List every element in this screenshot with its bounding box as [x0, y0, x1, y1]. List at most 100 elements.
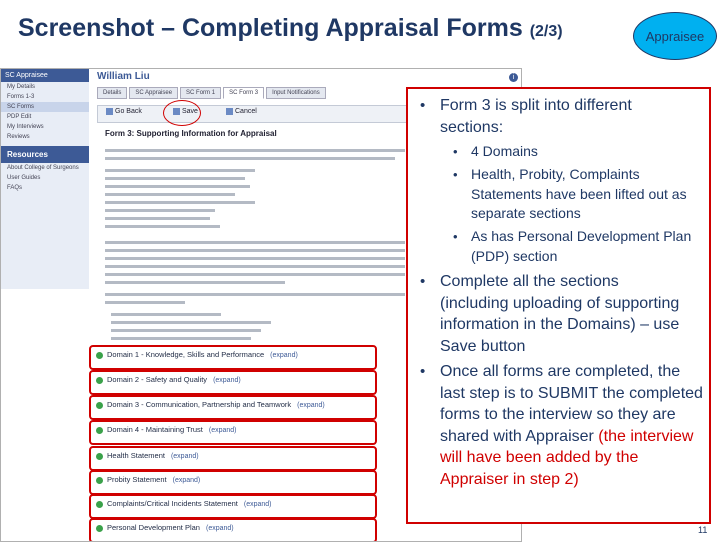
blurred-text-line: [105, 265, 405, 268]
green-check-icon: [96, 477, 103, 484]
green-check-icon: [96, 377, 103, 384]
expand-link[interactable]: (expand): [244, 501, 272, 508]
sidebar-header: SC Appraisee: [1, 69, 89, 82]
page-number: 11: [698, 525, 708, 535]
green-check-icon: [96, 453, 103, 460]
blurred-text-line: [105, 241, 405, 244]
bullet: •: [420, 273, 426, 290]
sidebar-item-interviews[interactable]: My Interviews: [1, 122, 89, 132]
blurred-text-line: [111, 329, 261, 332]
slide-title-suffix: (2/3): [529, 23, 563, 40]
section-label: Personal Development Plan: [107, 523, 200, 532]
resource-item-faqs[interactable]: FAQs: [1, 183, 89, 193]
section-label: Domain 1 - Knowledge, Skills and Perform…: [107, 350, 265, 359]
expand-link[interactable]: (expand): [173, 477, 201, 484]
blurred-text-line: [105, 177, 245, 180]
bullet: •: [420, 97, 426, 114]
green-check-icon: [96, 501, 103, 508]
note-health-probity: • Health, Probity, Complaints Statements …: [453, 165, 701, 224]
blurred-text-line: [111, 313, 221, 316]
section-complaints-statement[interactable]: Complaints/Critical Incidents Statement (…: [89, 494, 377, 519]
sidebar-item-pdp-edit[interactable]: PDP Edit: [1, 112, 89, 122]
blurred-text-line: [105, 185, 250, 188]
section-domain-1[interactable]: Domain 1 - Knowledge, Skills and Perform…: [89, 345, 377, 370]
notes-panel: • Form 3 is split into different sections…: [406, 87, 711, 524]
note-form3-sections: • Form 3 is split into different sections…: [420, 95, 690, 138]
note-submit-forms: • Once all forms are completed, the last …: [420, 361, 704, 490]
section-label: Domain 4 - Maintaining Trust: [107, 425, 203, 434]
cancel-label: Cancel: [235, 108, 257, 115]
section-domain-4[interactable]: Domain 4 - Maintaining Trust (expand): [89, 420, 377, 445]
expand-link[interactable]: (expand): [171, 453, 199, 460]
blurred-text-line: [105, 257, 405, 260]
tab-details[interactable]: Details: [97, 87, 128, 99]
note-text: 4 Domains: [471, 143, 538, 159]
cancel-button[interactable]: Cancel: [226, 108, 257, 115]
info-icon[interactable]: i: [509, 73, 518, 82]
expand-link[interactable]: (expand): [209, 427, 237, 434]
section-label: Probity Statement: [107, 475, 167, 484]
blurred-text-line: [105, 293, 405, 296]
blurred-text-line: [105, 193, 235, 196]
resource-item-user-guides[interactable]: User Guides: [1, 173, 89, 183]
user-name: William Liu: [97, 71, 150, 82]
slide-title-text: Screenshot – Completing Appraisal Forms: [18, 14, 523, 42]
form-tabs: Details SC Appraisee SC Form 1 SC Form 3…: [97, 87, 326, 99]
back-arrow-icon: [106, 108, 113, 115]
blurred-text-line: [105, 249, 405, 252]
go-back-button[interactable]: Go Back: [106, 108, 142, 115]
tab-input-notifications[interactable]: Input Notifications: [266, 87, 326, 99]
green-check-icon: [96, 525, 103, 532]
bullet: •: [453, 229, 458, 244]
section-probity-statement[interactable]: Probity Statement (expand): [89, 470, 377, 495]
blurred-text-line: [105, 281, 285, 284]
expand-link[interactable]: (expand): [206, 525, 234, 532]
note-text: Form 3 is split into different sections:: [440, 97, 632, 136]
blurred-text-line: [105, 209, 215, 212]
slide-title: Screenshot – Completing Appraisal Forms …: [18, 14, 563, 43]
green-check-icon: [96, 402, 103, 409]
expand-link[interactable]: (expand): [297, 402, 325, 409]
form-title: Form 3: Supporting Information for Appra…: [105, 129, 277, 138]
blurred-text-line: [105, 201, 255, 204]
note-complete-sections: • Complete all the sections (including up…: [420, 271, 690, 357]
save-highlight-ring: [163, 100, 201, 126]
tab-sc-appraisee[interactable]: SC Appraisee: [129, 87, 179, 99]
appraisee-badge: Appraisee: [633, 12, 717, 60]
green-check-icon: [96, 427, 103, 434]
section-label: Complaints/Critical Incidents Statement: [107, 499, 238, 508]
section-label: Health Statement: [107, 451, 165, 460]
sidebar-item-forms[interactable]: Forms 1-3: [1, 92, 89, 102]
blurred-text-line: [105, 217, 210, 220]
sidebar-item-reviews[interactable]: Reviews: [1, 132, 89, 142]
green-check-icon: [96, 352, 103, 359]
cancel-icon: [226, 108, 233, 115]
resources-header: Resources: [1, 146, 89, 163]
go-back-label: Go Back: [115, 108, 142, 115]
note-text: Health, Probity, Complaints Statements h…: [471, 166, 687, 221]
blurred-text-line: [105, 273, 405, 276]
note-pdp: • As has Personal Development Plan (PDP) …: [453, 227, 701, 266]
resource-item-college[interactable]: About College of Surgeons: [1, 163, 89, 173]
sidebar-item-my-details[interactable]: My Details: [1, 82, 89, 92]
bullet: •: [453, 144, 458, 159]
blurred-text-line: [105, 169, 255, 172]
sidebar: SC Appraisee My Details Forms 1-3 SC For…: [1, 69, 89, 289]
section-domain-2[interactable]: Domain 2 - Safety and Quality (expand): [89, 370, 377, 395]
blurred-text-line: [111, 321, 271, 324]
sidebar-item-sc-forms[interactable]: SC Forms: [1, 102, 89, 112]
section-label: Domain 3 - Communication, Partnership an…: [107, 400, 292, 409]
section-health-statement[interactable]: Health Statement (expand): [89, 446, 377, 471]
blurred-text-line: [105, 149, 405, 152]
note-4-domains: • 4 Domains: [453, 142, 701, 162]
tab-sc-form-1[interactable]: SC Form 1: [180, 87, 222, 99]
section-domain-3[interactable]: Domain 3 - Communication, Partnership an…: [89, 395, 377, 420]
expand-link[interactable]: (expand): [270, 352, 298, 359]
tab-sc-form-3[interactable]: SC Form 3: [223, 87, 265, 99]
section-pdp[interactable]: Personal Development Plan (expand): [89, 518, 377, 541]
blurred-text-line: [111, 337, 251, 340]
note-text: Complete all the sections (including upl…: [440, 273, 680, 355]
expand-link[interactable]: (expand): [213, 377, 241, 384]
bullet: •: [453, 167, 458, 182]
note-text: As has Personal Development Plan (PDP) s…: [471, 228, 692, 264]
